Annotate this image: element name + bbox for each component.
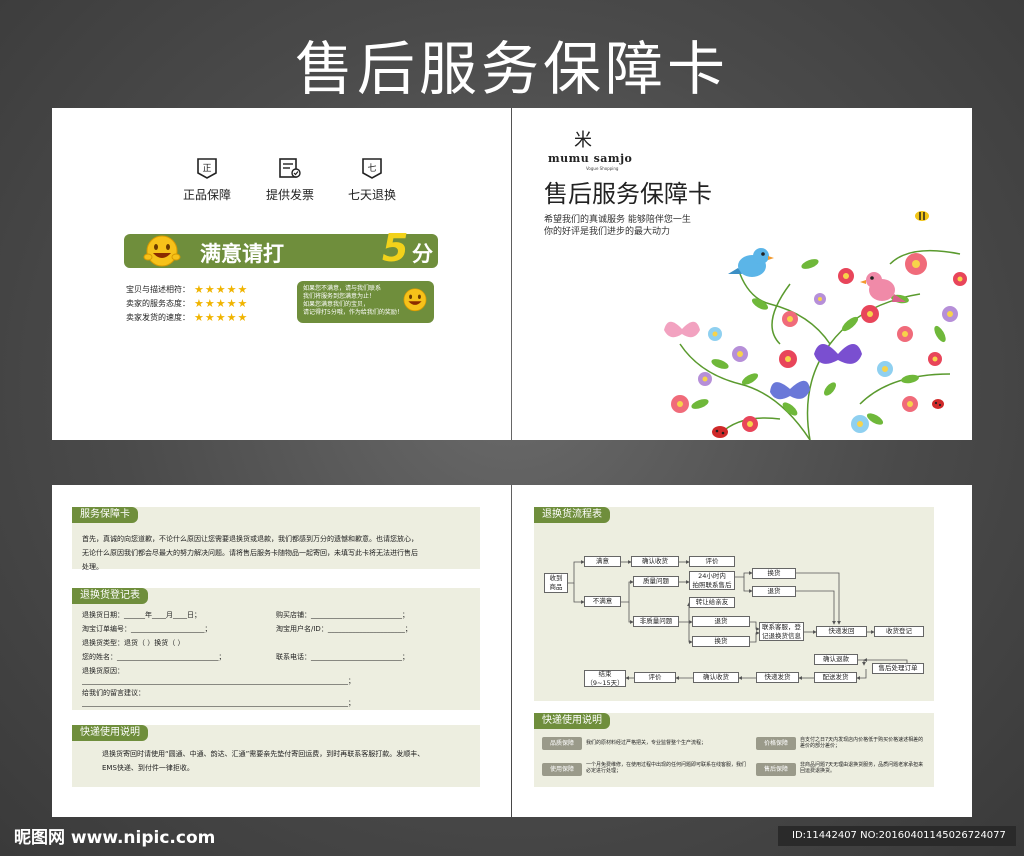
flow-node-review: 评价	[689, 556, 735, 567]
feature-invoice: 提供发票	[250, 156, 330, 203]
flow-node-ship: 快递发回	[816, 626, 867, 637]
return-7day-icon: 七	[360, 156, 384, 180]
form-phone: 联系电话：__________________________；	[276, 653, 409, 661]
return-form-section: 退换货登记表 退换货日期：______年____月____日； 购买店铺：___…	[72, 588, 480, 710]
flow-node-confirm2: 确认收货	[693, 672, 739, 683]
butterfly-icon	[814, 344, 862, 364]
section-tab: 快递使用说明	[72, 725, 148, 741]
form-user: 淘宝用户名/ID：______________________；	[276, 625, 412, 633]
seal-icon: 正	[195, 156, 219, 180]
flow-node-nonquality: 非质量问题	[633, 616, 679, 627]
smiley-icon	[403, 288, 427, 312]
qs-tag: 使用保障	[542, 763, 582, 776]
service-card-section: 服务保障卡 首先，真诚的向您道歉，不论什么原因让您需要退换货或退款，我们都感到万…	[72, 507, 480, 571]
brand-name: mumu samjo	[548, 152, 633, 165]
rating-list: 宝贝与描述相符： ★★★★★ 卖家的服务态度： ★★★★★ 卖家发货的速度： ★★★★…	[126, 282, 248, 324]
flow-node-exchange2: 换货	[692, 636, 750, 647]
qs-text: 一个月免费维修，在使用过程中出现的任何问题即可联系在线客服，我们必定进行处理；	[586, 762, 747, 774]
flow-node-confirm: 确认收货	[631, 556, 679, 567]
watermark-id: ID:11442407 NO:20160401145026724077	[778, 826, 1016, 846]
brand-subtitle: Vogue Shopping	[586, 166, 619, 171]
flow-node-express: 快递发货	[756, 672, 799, 683]
body-text: 处理。	[82, 563, 103, 571]
body-text: 首先，真诚的向您道歉，不论什么原因让您需要退换货或退款，我们都感到万分的遗憾和歉…	[82, 535, 418, 543]
stars-icon: ★★★★★	[194, 282, 249, 296]
flow-node-exchange: 换货	[752, 568, 796, 579]
feature-genuine: 正 正品保障	[167, 156, 247, 203]
ladybug-icon	[712, 426, 728, 438]
section-tab: 快递使用说明	[534, 713, 610, 729]
form-order: 淘宝订单编号：_____________________；	[82, 625, 212, 633]
butterfly-icon	[664, 321, 700, 338]
flow-node-process: 售后处理订单	[872, 663, 924, 674]
stars-icon: ★★★★★	[194, 296, 249, 310]
flow-node-register: 收货登记	[874, 626, 924, 637]
flow-node-quality: 质量问题	[633, 576, 679, 587]
bird-icon	[728, 248, 774, 277]
flow-node-refund2: 退货	[692, 616, 750, 627]
banner-text: 满意请打	[200, 242, 284, 266]
flow-node-review2: 评价	[634, 672, 676, 683]
body-text: EMS快递、到付件一律拒收。	[102, 764, 194, 772]
body-text: 退换货寄回时请使用“圆通、中通、韵达、汇通”需要亲先垫付寄回运费，到时再联系客服…	[102, 750, 425, 758]
flow-node-contact: 联系客服，登 记退换货信息	[759, 622, 804, 641]
qs-tag: 品质保障	[542, 737, 582, 750]
flow-node-refund: 退货	[752, 586, 796, 597]
watermark-site: 昵图网 www.nipic.com	[14, 828, 216, 848]
form-reason-line: ________________________________________…	[82, 677, 355, 685]
floral-illustration	[664, 211, 967, 440]
qs-text: 自支付之日7天内发现店内价格低于购买价格速述相差的差价的部分差价；	[800, 737, 924, 749]
form-suggest: 给我们的留言建议：	[82, 689, 145, 697]
flow-node-24h: 24小时内 拍照联系售后	[689, 571, 735, 590]
flowchart-section: 退换货流程表 收到 商品 满意 确认收货 评价 不满意 质量问题 24小时内 拍…	[534, 507, 934, 701]
form-shop: 购买店铺：__________________________；	[276, 611, 409, 619]
flow-node-confirm-refund: 确认退款	[814, 654, 858, 665]
note-box: 如果您不满意，请与我们联系 我们将服务到您满意为止！ 如果您满意我们的宝贝， 请…	[297, 281, 434, 323]
form-type: 退换货类型：退货（ ）换货（ ）	[82, 639, 185, 647]
qs-tag: 售后保障	[756, 763, 796, 776]
bee-icon	[915, 211, 929, 221]
rating-row: 卖家发货的速度： ★★★★★	[126, 310, 249, 324]
card-back-right: 退换货流程表 收到 商品 满意 确认收货 评价 不满意 质量问题 24小时内 拍…	[512, 485, 972, 817]
flow-node-dispatch: 配送发货	[814, 672, 857, 683]
flow-node-receive: 收到 商品	[544, 573, 568, 593]
section-tab: 退换货登记表	[72, 588, 148, 604]
stars-icon: ★★★★★	[194, 310, 249, 324]
form-reason: 退换货原因：	[82, 667, 124, 675]
card-back-left: 服务保障卡 首先，真诚的向您道歉，不论什么原因让您需要退换货或退款，我们都感到万…	[52, 485, 511, 817]
flow-node-unsatisfied: 不满意	[584, 596, 621, 607]
qs-text: 我们的原材料经过严格把关，专业监督整个生产流程；	[586, 740, 707, 746]
ladybug-icon	[932, 399, 944, 409]
smiley-icon	[143, 235, 181, 267]
banner-score: 5	[382, 226, 409, 270]
section-tab: 服务保障卡	[72, 507, 138, 523]
form-suggest-line: ________________________________________…	[82, 699, 355, 707]
rating-banner: 满意请打 5 分哦！	[124, 226, 454, 296]
rating-row: 卖家的服务态度： ★★★★★	[126, 296, 249, 310]
svg-text:七: 七	[367, 163, 376, 174]
brand-logo: 米	[574, 130, 592, 151]
rating-row: 宝贝与描述相符： ★★★★★	[126, 282, 249, 296]
butterfly-icon	[770, 380, 810, 400]
page-title: 售后服务保障卡	[294, 35, 729, 103]
form-date: 退换货日期：______年____月____日；	[82, 611, 201, 619]
flow-node-transfer: 转让给亲友	[689, 597, 735, 608]
express-section: 快递使用说明 退换货寄回时请使用“圆通、中通、韵达、汇通”需要亲先垫付寄回运费，…	[72, 725, 480, 787]
bird-icon	[860, 272, 906, 302]
flow-node-end: 结束 （9~15天）	[584, 670, 626, 687]
qs-text: 非商品问题7天无理由退换货服务，品质问题老家承担来回运费退换货。	[800, 762, 924, 774]
qs-tag: 价格保障	[756, 737, 796, 750]
svg-text:正: 正	[202, 164, 211, 174]
flow-node-satisfied: 满意	[584, 556, 621, 567]
slogan-line-2: 你的好评是我们进步的最大动力	[544, 227, 671, 237]
card-front-right: 米 mumu samjo Vogue Shopping 售后服务保障卡 希望我们…	[512, 108, 972, 440]
form-name: 您的姓名：_____________________________；	[82, 653, 226, 661]
feature-7day-return: 七 七天退换	[332, 156, 412, 203]
card-front-left: 正 正品保障 提供发票 七 七天退换 满意请打 5 分哦！ 宝贝与描述相符	[52, 108, 511, 440]
feature-icons: 正 正品保障 提供发票 七 七天退换	[52, 156, 511, 206]
invoice-icon	[278, 156, 302, 180]
body-text: 无论什么原因我们都会尽最大的努力解决问题。请将售后服务卡随物品一起寄回，未填写此…	[82, 549, 418, 557]
express-guide-section: 快递使用说明 品质保障 我们的原材料经过严格把关，专业监督整个生产流程； 价格保…	[534, 713, 934, 787]
